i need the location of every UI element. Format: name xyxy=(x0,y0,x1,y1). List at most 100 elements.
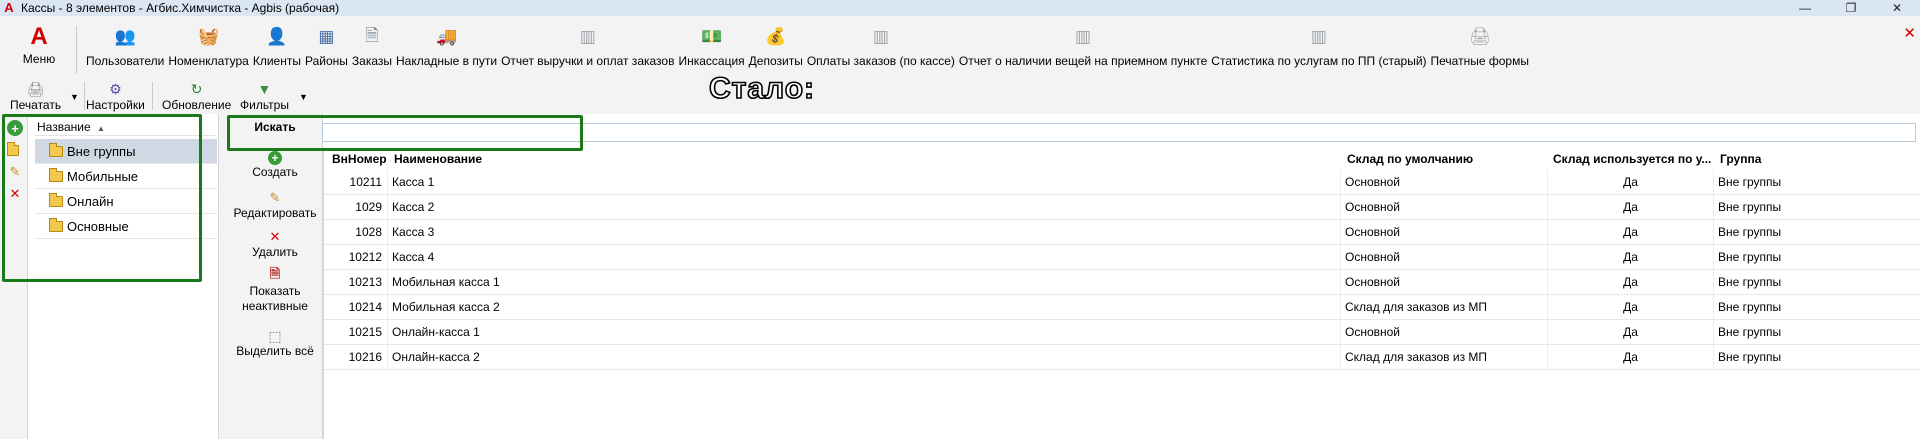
table-row[interactable]: 1029 Касса 2 Основной Да Вне группы xyxy=(324,195,1920,220)
tree-item-label: Онлайн xyxy=(67,193,114,209)
money-icon: 💵 xyxy=(700,27,723,46)
create-label: Создать xyxy=(252,165,298,179)
column-header-number[interactable]: ВнНомер xyxy=(324,150,388,168)
document-icon: 🗎 xyxy=(269,266,281,281)
minimize-button[interactable]: — xyxy=(1782,0,1828,16)
tree-item-label: Основные xyxy=(67,218,129,234)
printer-icon: 🖨 xyxy=(1468,27,1491,46)
table-row[interactable]: 10215 Онлайн-касса 1 Основной Да Вне группы xyxy=(324,320,1920,345)
cell-number: 10216 xyxy=(324,345,388,369)
ribbon-revenue-report-button[interactable]: ▥ Отчет выручки и оплат заказов xyxy=(499,22,676,76)
select-all-button[interactable]: ⬚ Выделить всё xyxy=(219,328,331,359)
delete-button[interactable]: ✕ Удалить xyxy=(219,229,331,260)
table-row[interactable]: 10214 Мобильная касса 2 Склад для заказов … xyxy=(324,295,1920,320)
ribbon-payments-report-button[interactable]: ▥ Оплаты заказов (по кассе) xyxy=(805,22,957,76)
settings-label: Настройки xyxy=(86,98,145,112)
cell-warehouse-used: Да xyxy=(1548,245,1714,269)
cell-default-warehouse: Основной xyxy=(1341,170,1548,194)
app-menu-icon: A xyxy=(30,23,48,50)
column-header-name[interactable]: Наименование xyxy=(388,150,1341,168)
ribbon-invoices-button[interactable]: 🚚 Накладные в пути xyxy=(394,22,499,76)
tree-header[interactable]: Название ▲ xyxy=(35,118,215,136)
ribbon-services-stats-button[interactable]: ▥ Статистика по услугам по ПП (старый) xyxy=(1209,22,1428,76)
pencil-icon: ✎ xyxy=(269,190,281,205)
tree-item[interactable]: Онлайн xyxy=(35,189,217,214)
folder-icon xyxy=(49,192,63,207)
filters-dropdown-icon[interactable]: ▼ xyxy=(299,92,308,102)
cell-name: Онлайн-касса 2 xyxy=(388,345,1341,369)
ribbon-districts-button[interactable]: ▦ Районы xyxy=(303,22,350,76)
print-label: Печатать xyxy=(10,98,62,112)
ribbon-clients-button[interactable]: 👤 Клиенты xyxy=(251,22,303,76)
cell-name: Онлайн-касса 1 xyxy=(388,320,1341,344)
ribbon-item-label: Отчет о наличии вещей на приемном пункте xyxy=(958,54,1208,68)
delete-icon: ✕ xyxy=(269,229,281,244)
menu-label: Меню xyxy=(22,52,56,66)
tree-item-label: Вне группы xyxy=(67,143,136,159)
tree-item[interactable]: Вне группы xyxy=(35,139,217,164)
cell-number: 10215 xyxy=(324,320,388,344)
edit-label: Редактировать xyxy=(233,206,317,220)
refresh-button[interactable]: ↻ Обновление xyxy=(162,80,231,113)
edit-group-icon[interactable]: ✎ xyxy=(7,164,23,180)
table-row[interactable]: 1028 Касса 3 Основной Да Вне группы xyxy=(324,220,1920,245)
table-row[interactable]: 10213 Мобильная касса 1 Основной Да Вне груп… xyxy=(324,270,1920,295)
select-all-icon: ⬚ xyxy=(268,327,282,344)
print-button[interactable]: 🖨 Печатать xyxy=(10,80,62,113)
ribbon-item-label: Депозиты xyxy=(748,54,803,68)
add-group-icon[interactable]: + xyxy=(7,120,23,136)
report-icon: ▥ xyxy=(1310,27,1327,46)
toolbar-separator xyxy=(84,82,85,110)
ribbon-users-button[interactable]: 👥 Пользователи xyxy=(84,22,166,76)
ribbon-nomenclature-button[interactable]: 🧺 Номенклатура xyxy=(166,22,251,76)
column-header-warehouse-used[interactable]: Склад используется по у... xyxy=(1548,150,1714,168)
truck-icon: 🚚 xyxy=(435,27,458,46)
cell-number: 10213 xyxy=(324,270,388,294)
delete-label: Удалить xyxy=(252,245,298,259)
close-window-button[interactable]: ✕ xyxy=(1874,0,1920,16)
table-row[interactable]: 10216 Онлайн-касса 2 Склад для заказов из … xyxy=(324,345,1920,370)
cell-group: Вне группы xyxy=(1718,325,1782,339)
print-dropdown-icon[interactable]: ▼ xyxy=(70,92,79,102)
orders-icon: 🗎 xyxy=(365,25,379,45)
ribbon-deposits-button[interactable]: 💰 Депозиты xyxy=(747,22,805,76)
ribbon-separator xyxy=(76,26,77,74)
ribbon-encashment-button[interactable]: 💵 Инкассация xyxy=(676,22,746,76)
ribbon-item-label: Накладные в пути xyxy=(396,54,498,68)
cell-default-warehouse: Склад для заказов из МП xyxy=(1341,345,1548,369)
settings-button[interactable]: ⚙ Настройки xyxy=(86,80,145,113)
filters-button[interactable]: ▼ Фильтры xyxy=(240,80,289,112)
ribbon-item-label: Оплаты заказов (по кассе) xyxy=(806,54,955,68)
folder-open-icon[interactable] xyxy=(7,141,23,158)
ribbon-item-label: Отчет выручки и оплат заказов xyxy=(501,54,675,68)
search-label[interactable]: Искать xyxy=(219,120,331,134)
folder-icon xyxy=(49,142,63,157)
filters-label: Фильтры xyxy=(240,98,289,112)
annotation-text: Стало: xyxy=(708,71,816,106)
column-header-group[interactable]: Группа xyxy=(1714,150,1920,168)
menu-button[interactable]: A Меню xyxy=(16,24,62,74)
column-header-default-warehouse[interactable]: Склад по умолчанию xyxy=(1341,150,1548,168)
tree-item[interactable]: Мобильные xyxy=(35,164,217,189)
cell-number: 1029 xyxy=(324,195,388,219)
tree-item[interactable]: Основные xyxy=(35,214,217,239)
filter-icon: ▼ xyxy=(257,81,272,97)
table-header: ВнНомер Наименование Склад по умолчанию … xyxy=(324,150,1920,168)
show-inactive-button[interactable]: 🗎 Показать неактивные xyxy=(219,266,331,314)
table-row[interactable]: 10212 Касса 4 Основной Да Вне группы xyxy=(324,245,1920,270)
cell-group: Вне группы xyxy=(1718,175,1782,189)
edit-button[interactable]: ✎ Редактировать xyxy=(219,190,331,221)
table-row[interactable]: 10211 Касса 1 Основной Да Вне группы xyxy=(324,170,1920,195)
search-input[interactable] xyxy=(322,123,1916,142)
cell-number: 10211 xyxy=(324,170,388,194)
ribbon-items: 👥 Пользователи 🧺 Номенклатура 👤 Клиенты … xyxy=(84,22,1531,76)
maximize-button[interactable]: ❐ xyxy=(1828,0,1874,16)
tree-item-label: Мобильные xyxy=(67,168,139,184)
ribbon-items-report-button[interactable]: ▥ Отчет о наличии вещей на приемном пунк… xyxy=(957,22,1209,76)
close-tab-icon[interactable]: ✕ xyxy=(1903,24,1916,42)
create-button[interactable]: + Создать xyxy=(219,151,331,180)
cell-number: 10214 xyxy=(324,295,388,319)
ribbon-orders-button[interactable]: 🗎 Заказы xyxy=(350,22,394,76)
delete-group-icon[interactable]: ✕ xyxy=(7,186,23,202)
ribbon-print-forms-button[interactable]: 🖨 Печатные формы xyxy=(1429,22,1531,76)
